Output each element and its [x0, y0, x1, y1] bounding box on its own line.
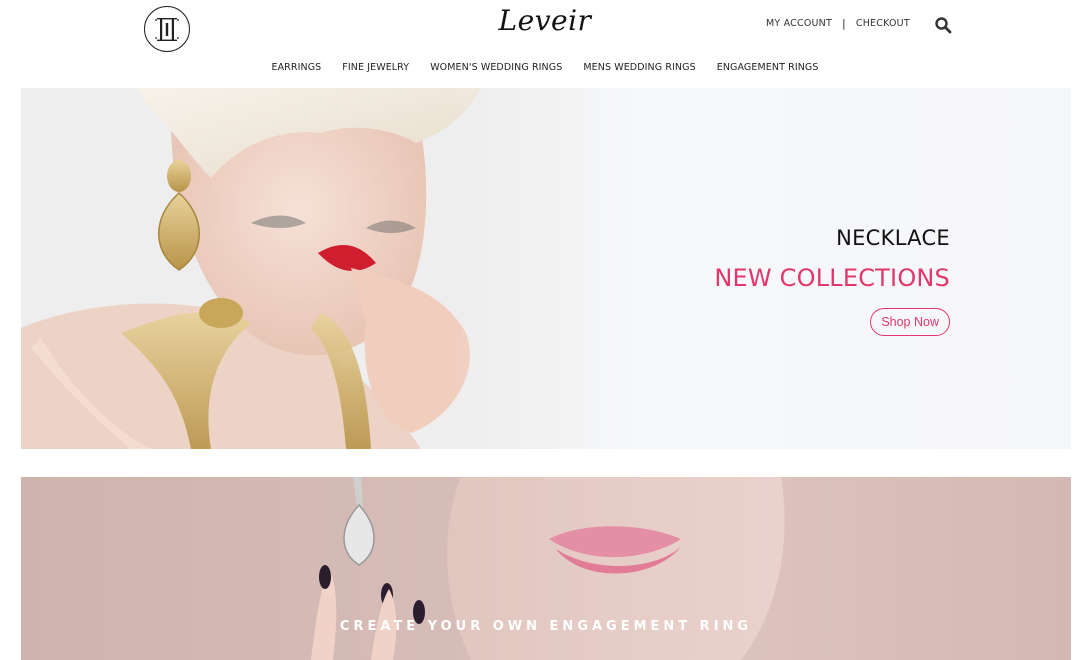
main-nav: EARRINGS FINE JEWELRY WOMEN'S WEDDING RI… — [0, 62, 1090, 73]
checkout-link[interactable]: CHECKOUT — [856, 18, 910, 29]
nav-item-engagement-rings[interactable]: ENGAGEMENT RINGS — [717, 62, 819, 73]
promo-title[interactable]: CREATE YOUR OWN ENGAGEMENT RING — [21, 619, 1071, 634]
account-separator: | — [841, 17, 846, 30]
hero-title: NEW COLLECTIONS — [714, 264, 950, 292]
nav-item-earrings[interactable]: EARRINGS — [271, 62, 321, 73]
hero-subtitle: NECKLACE — [836, 226, 950, 250]
shop-now-button[interactable]: Shop Now — [870, 308, 950, 336]
search-icon[interactable] — [934, 16, 952, 34]
brand-logo[interactable]: Leveir — [490, 4, 600, 37]
site-header: Leveir MY ACCOUNT | CHECKOUT EARRINGS FI… — [0, 0, 1090, 88]
my-account-link[interactable]: MY ACCOUNT — [766, 18, 832, 29]
logo-emblem-icon[interactable] — [144, 6, 190, 52]
account-links: MY ACCOUNT | CHECKOUT — [766, 17, 910, 30]
hero-model-image — [21, 88, 621, 449]
engagement-ring-banner[interactable]: CREATE YOUR OWN ENGAGEMENT RING — [21, 477, 1071, 660]
nav-item-fine-jewelry[interactable]: FINE JEWELRY — [342, 62, 409, 73]
nav-item-womens-wedding-rings[interactable]: WOMEN'S WEDDING RINGS — [430, 62, 562, 73]
monogram-icon — [155, 18, 179, 41]
hero-text-block: NECKLACE NEW COLLECTIONS Shop Now — [714, 226, 950, 336]
hero-banner: NECKLACE NEW COLLECTIONS Shop Now — [21, 88, 1071, 449]
nav-item-mens-wedding-rings[interactable]: MENS WEDDING RINGS — [583, 62, 695, 73]
